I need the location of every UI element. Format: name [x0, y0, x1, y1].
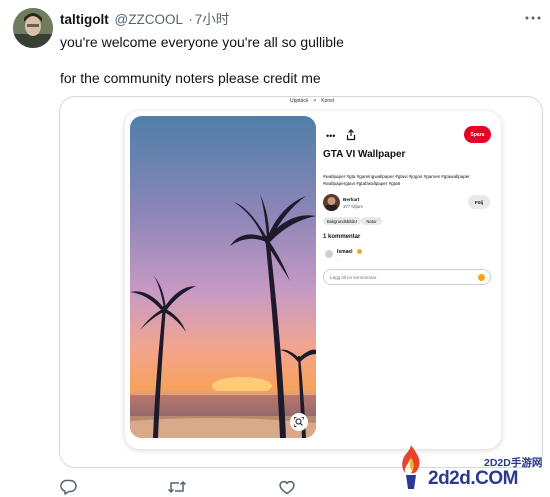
tweet-text-line-2: for the community noters please credit m…: [60, 70, 321, 86]
pin-author-name[interactable]: Berhart: [343, 197, 359, 202]
pin-title: GTA VI Wallpaper: [323, 149, 406, 160]
pin-card: ••• Spara GTA VI Wallpaper #wallpaper #g…: [125, 111, 501, 449]
pin-author-avatar[interactable]: [323, 194, 340, 211]
tweet-header: taltigolt @ZZCOOL · 7小时: [60, 11, 229, 28]
attached-image[interactable]: Upptäck > Konst ••• Spara GTA VI Wallpap…: [59, 96, 543, 468]
comment-text: ...: [337, 257, 341, 262]
tweet-text-line-1: you're welcome everyone you're all so gu…: [60, 34, 344, 50]
chip-natur[interactable]: Natur: [361, 217, 382, 225]
breadcrumb-item[interactable]: Upptäck: [290, 98, 308, 104]
breadcrumb: Upptäck > Konst: [290, 98, 339, 104]
emoji-picker-icon[interactable]: [478, 274, 485, 281]
reply-icon[interactable]: [60, 478, 78, 496]
retweet-icon[interactable]: [167, 478, 187, 496]
comment-placeholder: Lägg till en kommentar: [330, 274, 377, 280]
more-icon[interactable]: •••: [326, 131, 335, 141]
share-icon[interactable]: [346, 129, 356, 141]
emoji-icon: [357, 249, 362, 254]
watermark-big-text: 2d2d.COM: [428, 468, 518, 489]
visual-search-icon[interactable]: [290, 413, 308, 431]
follow-button[interactable]: Följ: [468, 195, 490, 209]
commenter-avatar[interactable]: [325, 250, 333, 258]
timestamp[interactable]: 7小时: [195, 12, 230, 27]
display-name[interactable]: taltigolt: [60, 12, 109, 27]
pin-toolbar: ••• Spara: [326, 126, 491, 143]
pin-tags[interactable]: #wallpaper #gta #gamingwallpaper #gtavi …: [323, 173, 483, 187]
pin-author-followers: 377 följare: [343, 204, 364, 209]
comment-count: 1 kommentar: [323, 234, 361, 240]
dot-separator: ·: [188, 12, 193, 27]
commenter-name[interactable]: Ismael: [337, 249, 353, 255]
breadcrumb-item[interactable]: Konst: [321, 98, 334, 104]
comment-input[interactable]: Lägg till en kommentar: [323, 269, 491, 285]
more-options-icon[interactable]: [522, 9, 544, 27]
breadcrumb-separator: >: [313, 98, 317, 104]
like-icon[interactable]: [278, 478, 296, 496]
author-avatar[interactable]: [13, 8, 53, 48]
wallpaper-image[interactable]: [130, 116, 316, 438]
flame-logo-icon: [402, 445, 420, 489]
watermark: 2D2D手游网 2d2d.COM: [388, 438, 550, 497]
chip-bakgrundsbilder[interactable]: Bakgrundsbilder: [323, 217, 361, 225]
save-button[interactable]: Spara: [464, 126, 491, 143]
handle[interactable]: @ZZCOOL: [115, 12, 183, 27]
